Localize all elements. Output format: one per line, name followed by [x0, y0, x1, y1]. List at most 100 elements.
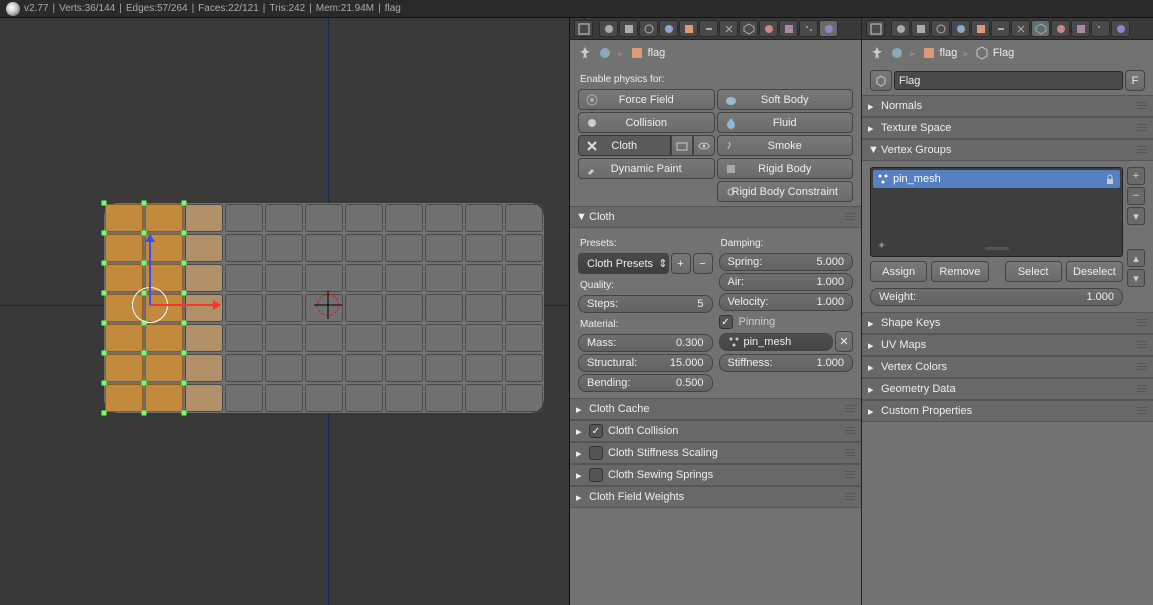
version-text: v2.77: [24, 3, 48, 14]
context-tab-object[interactable]: [679, 20, 698, 37]
3d-cursor-icon: [317, 294, 339, 316]
context-tab-constraints[interactable]: [699, 20, 718, 37]
physics-properties-panel: ▸ flag Enable physics for: Force Field S…: [570, 18, 862, 605]
fake-user-button[interactable]: F: [1125, 70, 1145, 91]
cloth-cache-panel[interactable]: ▸Cloth Cache: [570, 398, 861, 420]
context-tab-modifiers[interactable]: [1011, 20, 1030, 37]
object-cube-icon: [630, 46, 644, 60]
resize-handle[interactable]: [985, 247, 1009, 250]
context-tab-material[interactable]: [759, 20, 778, 37]
structural-field[interactable]: Structural:15.000: [578, 354, 713, 372]
shape-keys-panel[interactable]: ▸Shape Keys: [862, 312, 1153, 334]
pin-icon[interactable]: [870, 46, 884, 60]
select-button[interactable]: Select: [1005, 261, 1062, 282]
context-tab-object[interactable]: [971, 20, 990, 37]
vertex-groups-list[interactable]: pin_mesh ✦: [870, 167, 1123, 257]
smoke-icon: [724, 139, 738, 153]
smoke-button[interactable]: Smoke: [717, 135, 854, 156]
mass-field[interactable]: Mass:0.300: [578, 334, 713, 352]
context-tab-material[interactable]: [1051, 20, 1070, 37]
vg-add-button[interactable]: +: [1127, 167, 1145, 185]
add-vg-icon[interactable]: ✦: [877, 239, 886, 252]
force-field-button[interactable]: Force Field: [578, 89, 715, 110]
vertex-groups-panel-header[interactable]: ▼Vertex Groups: [862, 139, 1153, 161]
context-tab-particles[interactable]: [799, 20, 818, 37]
soft-body-button[interactable]: Soft Body: [717, 89, 854, 110]
vg-move-down-button[interactable]: ▾: [1127, 269, 1145, 287]
rigid-constraint-button[interactable]: Rigid Body Constraint: [717, 181, 854, 202]
pin-icon[interactable]: [578, 46, 592, 60]
context-tab-particles[interactable]: [1091, 20, 1110, 37]
context-tab-modifiers[interactable]: [719, 20, 738, 37]
mesh-browse-button[interactable]: [870, 70, 892, 91]
cloth-sewing-checkbox[interactable]: [589, 468, 603, 482]
cloth-collision-panel[interactable]: ▸Cloth Collision: [570, 420, 861, 442]
cloth-collision-checkbox[interactable]: [589, 424, 603, 438]
context-tab-world[interactable]: [951, 20, 970, 37]
fluid-button[interactable]: Fluid: [717, 112, 854, 133]
cloth-fieldweights-panel[interactable]: ▸Cloth Field Weights: [570, 486, 861, 508]
context-tab-scene[interactable]: [639, 20, 658, 37]
context-tab-texture[interactable]: [779, 20, 798, 37]
editor-type-icon[interactable]: [866, 20, 885, 37]
context-tab-layers[interactable]: [619, 20, 638, 37]
fluid-drop-icon: [724, 116, 738, 130]
cloth-presets-dropdown[interactable]: Cloth Presets⇕: [578, 253, 669, 274]
cloth-x-icon: [585, 139, 599, 153]
context-tab-layers[interactable]: [911, 20, 930, 37]
context-tab-render[interactable]: [891, 20, 910, 37]
context-tab-physics[interactable]: [819, 20, 838, 37]
cloth-sewing-panel[interactable]: ▸Cloth Sewing Springs: [570, 464, 861, 486]
steps-field[interactable]: Steps:5: [578, 295, 713, 313]
3d-viewport[interactable]: [0, 18, 570, 605]
lock-icon[interactable]: [1104, 173, 1116, 185]
cloth-display-toggle[interactable]: [693, 135, 715, 156]
context-tab-world[interactable]: [659, 20, 678, 37]
texture-space-panel[interactable]: ▸Texture Space: [862, 117, 1153, 139]
air-field[interactable]: Air:1.000: [719, 273, 854, 291]
spring-field[interactable]: Spring:5.000: [719, 253, 854, 271]
presets-label: Presets:: [580, 238, 711, 249]
context-tab-render[interactable]: [599, 20, 618, 37]
normals-panel[interactable]: ▸Normals: [862, 95, 1153, 117]
remove-button[interactable]: Remove: [931, 261, 988, 282]
vg-specials-button[interactable]: ▾: [1127, 207, 1145, 225]
context-tab-texture[interactable]: [1071, 20, 1090, 37]
bending-field[interactable]: Bending:0.500: [578, 374, 713, 392]
context-tab-constraints[interactable]: [991, 20, 1010, 37]
breadcrumb: ▸ flag ▸ Flag: [862, 40, 1153, 66]
preset-remove-button[interactable]: −: [693, 253, 713, 274]
collision-button[interactable]: Collision: [578, 112, 715, 133]
dynamic-paint-button[interactable]: Dynamic Paint: [578, 158, 715, 179]
vertex-group-item[interactable]: pin_mesh: [873, 170, 1120, 188]
cloth-panel-header[interactable]: ▼Cloth: [570, 206, 861, 228]
mesh-name-field[interactable]: Flag: [894, 71, 1123, 90]
stiffness-field[interactable]: Stiffness:1.000: [719, 354, 854, 372]
context-tab-data[interactable]: [739, 20, 758, 37]
vg-remove-button[interactable]: −: [1127, 187, 1145, 205]
context-tab-data[interactable]: [1031, 20, 1050, 37]
editor-type-icon[interactable]: [574, 20, 593, 37]
cloth-render-toggle[interactable]: [671, 135, 693, 156]
pin-group-clear[interactable]: ✕: [835, 331, 853, 352]
pin-group-field[interactable]: pin_mesh: [719, 333, 834, 351]
weight-field[interactable]: Weight:1.000: [870, 288, 1123, 306]
pinning-checkbox[interactable]: [719, 315, 733, 329]
verts-stat: Verts:36/144: [59, 3, 115, 14]
deselect-button[interactable]: Deselect: [1066, 261, 1123, 282]
rigid-body-button[interactable]: Rigid Body: [717, 158, 854, 179]
cloth-stiffness-panel[interactable]: ▸Cloth Stiffness Scaling: [570, 442, 861, 464]
vertex-colors-panel[interactable]: ▸Vertex Colors: [862, 356, 1153, 378]
custom-properties-panel[interactable]: ▸Custom Properties: [862, 400, 1153, 422]
cloth-button[interactable]: Cloth: [578, 135, 671, 156]
context-tab-physics[interactable]: [1111, 20, 1130, 37]
preset-add-button[interactable]: +: [671, 253, 691, 274]
uv-maps-panel[interactable]: ▸UV Maps: [862, 334, 1153, 356]
velocity-field[interactable]: Velocity:1.000: [719, 293, 854, 311]
vg-move-up-button[interactable]: ▴: [1127, 249, 1145, 267]
context-tab-scene[interactable]: [931, 20, 950, 37]
cloth-stiffness-checkbox[interactable]: [589, 446, 603, 460]
soft-body-icon: [724, 93, 738, 107]
geometry-data-panel[interactable]: ▸Geometry Data: [862, 378, 1153, 400]
assign-button[interactable]: Assign: [870, 261, 927, 282]
